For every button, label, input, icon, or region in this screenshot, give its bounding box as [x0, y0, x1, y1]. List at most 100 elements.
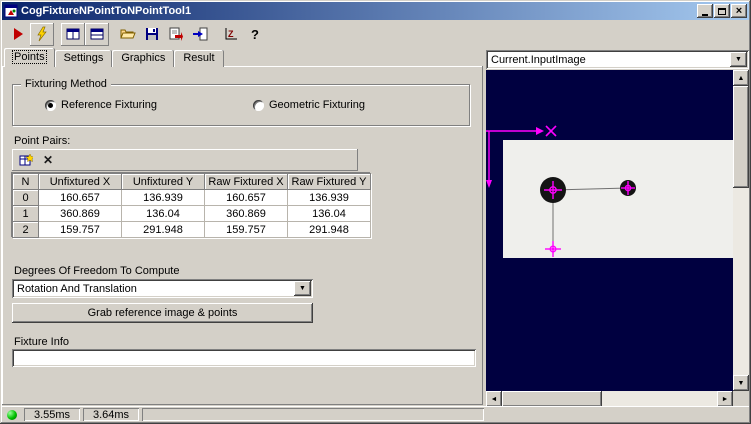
point-pairs-label: Point Pairs: [14, 135, 71, 147]
scroll-up-button[interactable]: ▲ [733, 70, 749, 86]
scroll-down-icon: ▼ [737, 379, 745, 387]
image-display[interactable] [486, 70, 733, 391]
title-bar[interactable]: CogFixtureNPointToNPointTool1 × [2, 2, 749, 20]
add-point-button[interactable] [15, 151, 37, 169]
dof-dropdown-button[interactable]: ▼ [294, 281, 311, 296]
tab-settings[interactable]: Settings [54, 50, 113, 67]
maximize-button[interactable] [714, 4, 730, 18]
maximize-icon [718, 7, 726, 15]
tab-label: Points [12, 50, 47, 64]
horizontal-scroll-thumb[interactable] [502, 391, 602, 407]
split-view-button[interactable] [61, 23, 85, 46]
chevron-down-icon: ▼ [735, 56, 742, 63]
close-button[interactable]: × [731, 4, 747, 18]
delete-icon: ✕ [42, 153, 54, 167]
col-header-unfixtured-x[interactable]: Unfixtured X [38, 173, 122, 190]
scroll-up-icon: ▲ [737, 74, 745, 82]
close-icon: × [735, 5, 743, 17]
horizontal-scrollbar[interactable]: ◄ ► [486, 391, 733, 407]
toolbar-separator [54, 23, 61, 46]
help-button[interactable]: ? [243, 23, 267, 46]
import-button[interactable] [188, 23, 212, 46]
run-icon [14, 28, 23, 40]
row-header[interactable]: 0 [12, 189, 39, 206]
col-header-unfixtured-y[interactable]: Unfixtured Y [121, 173, 205, 190]
tab-graphics[interactable]: Graphics [112, 50, 175, 67]
cell[interactable]: 136.04 [287, 205, 371, 222]
col-header-raw-fixtured-x[interactable]: Raw Fixtured X [204, 173, 288, 190]
floppy-icon [146, 28, 158, 40]
scroll-left-button[interactable]: ◄ [486, 391, 502, 407]
table-row[interactable]: 0 160.657 136.939 160.657 136.939 [12, 189, 371, 206]
cell[interactable]: 360.869 [204, 205, 288, 222]
split-view-icon [66, 28, 80, 40]
row-header[interactable]: 1 [12, 205, 39, 222]
grid-view-button[interactable] [85, 23, 109, 46]
cell[interactable]: 360.869 [38, 205, 122, 222]
radio-reference-fixturing[interactable]: Reference Fixturing [45, 99, 157, 111]
status-time-2: 3.64ms [83, 408, 139, 421]
chevron-down-icon: ▼ [299, 285, 306, 292]
radio-geometric-fixturing[interactable]: Geometric Fixturing [253, 99, 365, 111]
status-message-panel [142, 408, 484, 421]
toolbar-separator [212, 23, 219, 46]
minimize-icon [702, 13, 708, 16]
cell[interactable]: 160.657 [204, 189, 288, 206]
table-row[interactable]: 1 360.869 136.04 360.869 136.04 [12, 205, 371, 222]
cell[interactable]: 291.948 [121, 221, 205, 238]
copy-results-button[interactable] [164, 23, 188, 46]
scroll-right-icon: ► [721, 395, 729, 403]
point-pairs-table: N Unfixtured X Unfixtured Y Raw Fixtured… [12, 173, 371, 238]
vertical-scroll-thumb[interactable] [733, 86, 749, 188]
cell[interactable]: 136.939 [121, 189, 205, 206]
dof-selected-value: Rotation And Translation [17, 282, 137, 295]
grab-reference-button[interactable]: Grab reference image & points [12, 303, 313, 323]
window-title: CogFixtureNPointToNPointTool1 [21, 5, 192, 17]
open-folder-icon [120, 29, 136, 39]
vertical-scrollbar[interactable]: ▲ ▼ [733, 70, 749, 391]
tab-result[interactable]: Result [174, 50, 224, 67]
save-button[interactable] [140, 23, 164, 46]
open-button[interactable] [116, 23, 140, 46]
dof-combobox[interactable]: Rotation And Translation ▼ [12, 279, 313, 298]
status-led-icon [7, 410, 17, 420]
window-icon [4, 4, 18, 18]
import-icon [193, 27, 208, 41]
scroll-right-button[interactable]: ► [717, 391, 733, 407]
delete-point-button[interactable]: ✕ [37, 151, 59, 169]
graph-button[interactable]: Z [219, 23, 243, 46]
radio-label: Geometric Fixturing [269, 99, 365, 111]
cell[interactable]: 136.939 [287, 189, 371, 206]
fixture-info-input[interactable] [12, 349, 476, 367]
cell[interactable]: 136.04 [121, 205, 205, 222]
cell[interactable]: 291.948 [287, 221, 371, 238]
tool-window: CogFixtureNPointToNPointTool1 × Z ? Poin… [0, 0, 751, 424]
status-bar: 3.55ms 3.64ms [2, 406, 749, 422]
scrollbar-corner [733, 391, 749, 407]
scroll-left-icon: ◄ [490, 395, 498, 403]
minimize-button[interactable] [697, 4, 713, 18]
radio-icon[interactable] [45, 99, 56, 111]
row-header[interactable]: 2 [12, 221, 39, 238]
electric-edit-button[interactable] [30, 23, 54, 46]
tab-points[interactable]: Points [4, 48, 55, 67]
tab-label: Graphics [121, 52, 166, 64]
tab-label: Result [183, 52, 215, 64]
fixturing-method-group: Fixturing Method Reference Fixturing Geo… [12, 78, 470, 126]
tab-strip: Points Settings Graphics Result [4, 48, 224, 67]
cell[interactable]: 160.657 [38, 189, 122, 206]
radio-icon[interactable] [253, 99, 264, 111]
dof-label: Degrees Of Freedom To Compute [14, 265, 180, 277]
copy-results-icon [169, 27, 183, 41]
table-row[interactable]: 2 159.757 291.948 159.757 291.948 [12, 221, 371, 238]
run-button[interactable] [6, 23, 30, 46]
image-source-combobox[interactable]: Current.InputImage ▼ [486, 50, 749, 69]
cell[interactable]: 159.757 [38, 221, 122, 238]
col-header-raw-fixtured-y[interactable]: Raw Fixtured Y [287, 173, 371, 190]
help-icon: ? [251, 26, 259, 42]
col-header-n[interactable]: N [12, 173, 39, 190]
graph-axes-icon: Z [225, 28, 237, 40]
scroll-down-button[interactable]: ▼ [733, 375, 749, 391]
image-source-dropdown-button[interactable]: ▼ [730, 52, 747, 67]
cell[interactable]: 159.757 [204, 221, 288, 238]
